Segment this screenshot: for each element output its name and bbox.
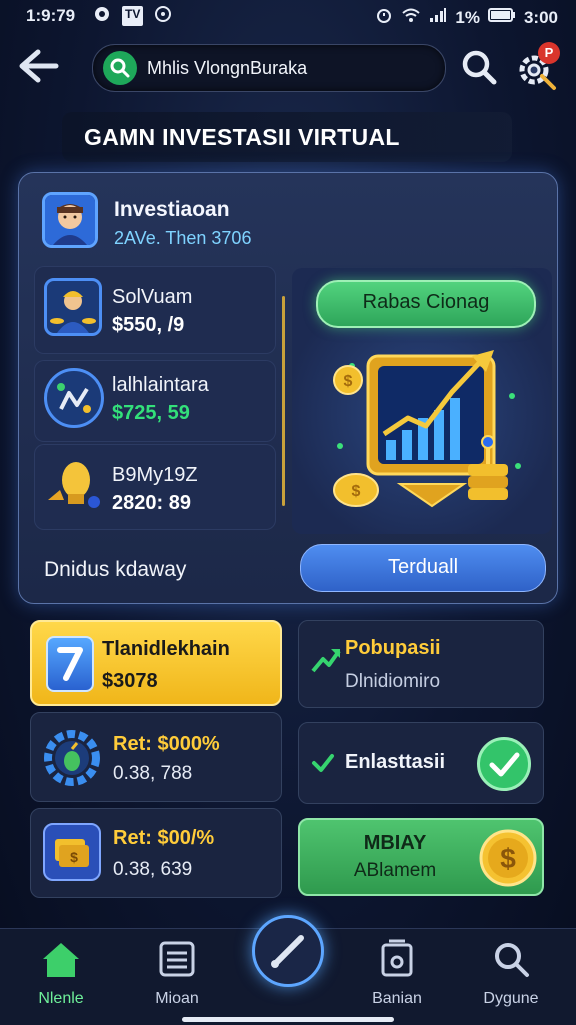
search-button[interactable]	[458, 46, 500, 88]
user-avatar-icon	[45, 195, 95, 245]
gold-bulb-icon	[42, 456, 104, 518]
svg-text:$: $	[500, 843, 516, 874]
panel-footer-label: Dnidus kdaway	[44, 558, 187, 581]
tile-title: Ret: $000%	[113, 733, 220, 755]
nav-home[interactable]: Nlenle	[16, 937, 106, 1008]
profile-subtitle: 2AVe. Then 3706	[114, 228, 252, 248]
gear-coin-icon	[44, 730, 100, 786]
wallet-app-icon	[46, 636, 94, 692]
wifi-icon	[401, 7, 421, 28]
tile-title: Enlasttasii	[345, 751, 446, 773]
asset-card[interactable]: B9My19Z 2820: 89	[34, 444, 276, 530]
status-tile[interactable]: Enlasttasii	[298, 722, 544, 804]
avatar[interactable]	[42, 192, 98, 248]
return-tile[interactable]: $ Ret: $00/% 0.38, 639	[30, 808, 282, 898]
app-icon	[155, 6, 172, 26]
magnifier-icon	[462, 50, 497, 85]
confirm-check-icon[interactable]	[477, 737, 531, 791]
tile-title: Tlanidlekhain	[102, 638, 230, 660]
asset-title: SolVuam	[112, 286, 193, 308]
tile-subtitle: ABlamem	[353, 860, 437, 881]
asset-title: lalhlaintara	[112, 374, 209, 396]
search-bar[interactable]: Mhlis VlongnBuraka	[92, 44, 446, 92]
back-button[interactable]	[16, 44, 60, 88]
nav-label: Banian	[372, 990, 422, 1007]
tile-title: MBIAY	[363, 832, 427, 854]
tile-value: $3078	[102, 670, 158, 692]
list-icon	[159, 941, 195, 977]
bottom-nav: Nlenle Mioan Banian Dygune	[0, 915, 576, 1025]
notification-icon	[94, 6, 110, 26]
back-arrow-icon	[19, 49, 59, 83]
search-input[interactable]: Mhlis VlongnBuraka	[147, 58, 307, 79]
status-time: 1:9:79	[26, 6, 76, 25]
home-indicator	[182, 1017, 394, 1022]
settings-button[interactable]: P	[512, 42, 562, 92]
tv-icon: TV	[122, 6, 144, 26]
svg-text:$: $	[352, 483, 361, 500]
nav-wallet[interactable]: Banian	[352, 937, 442, 1008]
page-title: GAMN INVESTASII VIRTUAL	[62, 112, 512, 162]
rebase-button[interactable]: Rabas Cionag	[316, 280, 536, 328]
trend-up-icon	[311, 649, 341, 673]
signal-icon	[429, 7, 447, 28]
nav-list[interactable]: Mioan	[132, 937, 222, 1008]
home-icon	[43, 943, 79, 977]
svg-text:$: $	[344, 373, 353, 390]
asset-title: B9My19Z	[112, 464, 198, 486]
notification-badge: P	[538, 42, 560, 64]
profile-name: Investiaoan	[114, 198, 230, 221]
tile-title: Pobupasii	[345, 637, 441, 659]
projection-tile[interactable]: Pobupasii Dlnidiomiro	[298, 620, 544, 708]
check-icon	[312, 754, 334, 772]
investor-coin-icon	[44, 278, 102, 336]
status-clock-right: 3:00	[523, 7, 558, 27]
status-bar: 1:9:79 TV 1% 3:00	[0, 0, 576, 32]
chart-coin-icon	[44, 368, 104, 428]
trade-icon	[271, 935, 304, 968]
panel-divider	[282, 296, 285, 506]
money-stack-icon: $	[43, 823, 101, 881]
asset-value: 2820: 89	[112, 492, 191, 514]
status-left-icons: TV	[94, 6, 172, 26]
tile-subtitle: 0.38, 788	[113, 763, 193, 784]
return-tile[interactable]: Ret: $000% 0.38, 788	[30, 712, 282, 802]
balance-tile[interactable]: Tlanidlekhain $3078	[30, 620, 282, 706]
nav-label: Dygune	[483, 990, 539, 1007]
search-icon	[495, 943, 529, 977]
nav-label: Mioan	[155, 990, 199, 1007]
pay-balance-tile[interactable]: MBIAY ABlamem $	[298, 818, 544, 896]
trade-button[interactable]: Terduall	[300, 544, 546, 592]
alarm-icon	[375, 6, 393, 29]
nav-trade[interactable]	[252, 915, 324, 987]
tile-subtitle: 0.38, 639	[113, 859, 193, 880]
dollar-coin-icon: $	[479, 829, 537, 887]
svg-text:$: $	[70, 849, 78, 865]
tile-subtitle: Dlnidiomiro	[345, 671, 441, 692]
search-icon	[103, 51, 137, 85]
nav-label: Nlenle	[38, 990, 84, 1007]
asset-value: $550, /9	[112, 314, 185, 336]
status-right-icons: 1% 3:00	[375, 6, 558, 29]
asset-card[interactable]: SolVuam $550, /9	[34, 266, 276, 354]
battery-icon	[487, 7, 516, 28]
wallet-icon	[381, 939, 413, 977]
asset-value: $725, 59	[112, 402, 190, 424]
tile-title: Ret: $00/%	[113, 827, 215, 849]
battery-percent: 1%	[455, 7, 480, 27]
growth-chart-illustration: $ $	[333, 350, 521, 508]
nav-search[interactable]: Dygune	[466, 937, 556, 1008]
asset-card[interactable]: lalhlaintara $725, 59	[34, 360, 276, 442]
